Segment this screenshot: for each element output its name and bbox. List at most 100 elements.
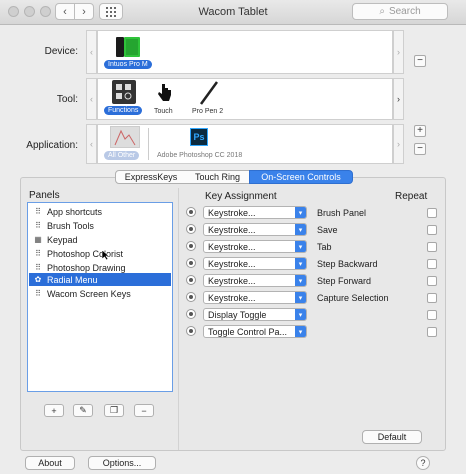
action-dropdown[interactable]: Keystroke... ▾ [203,291,307,304]
remove-application-button[interactable]: − [414,143,426,155]
chevron-down-icon: ▾ [295,275,306,286]
tab-on-screen-controls[interactable]: On-Screen Controls [249,170,353,184]
application-label: Application: [26,140,78,151]
list-item-label: Photoshop Drawing [47,262,126,273]
action-dropdown[interactable]: Keystroke... ▾ [203,274,307,287]
photoshop-caption: Adobe Photoshop CC 2018 [157,152,243,159]
all-other-caption: All Other [104,151,140,160]
panel-item-wacom-screen-keys[interactable]: ⠿ Wacom Screen Keys [29,287,171,300]
repeat-checkbox[interactable] [427,242,437,252]
minus-icon: − [417,143,423,154]
dropdown-value: Keystroke... [208,242,256,252]
dropdown-value: Keystroke... [208,293,256,303]
chevron-left-icon: ‹ [90,94,93,104]
device-scroll-left[interactable]: ‹ [86,30,97,74]
dropdown-value: Keystroke... [208,259,256,269]
action-dropdown[interactable]: Keystroke... ▾ [203,223,307,236]
repeat-checkbox[interactable] [427,259,437,269]
tool-scroll-right[interactable]: › [393,78,404,120]
radial-segment-icon [186,258,196,268]
default-button[interactable]: Default [362,430,422,444]
device-label: Device: [44,46,78,57]
about-button[interactable]: About [25,456,75,470]
repeat-checkbox[interactable] [427,310,437,320]
edit-panel-button[interactable]: ✎ [73,404,93,417]
chevron-right-icon: › [397,47,400,57]
chevron-down-icon: ▾ [295,326,306,337]
grid-icon: ⠿ [35,289,41,298]
action-dropdown[interactable]: Keystroke... ▾ [203,257,307,270]
tool-label: Tool: [56,94,78,105]
radial-icon: ✿ [34,275,42,284]
tab-expresskeys[interactable]: ExpressKeys [115,170,187,184]
pen-caption: Pro Pen 2 [192,108,224,115]
application-scroll-left[interactable]: ‹ [86,124,97,164]
function-name: Brush Panel [317,208,367,218]
device-scroll-right[interactable]: › [393,30,404,74]
chevron-down-icon: ▾ [295,309,306,320]
add-panel-button[interactable]: + [44,404,64,417]
functions-caption: Functions [104,106,143,115]
panels-list: ⠿ App shortcuts ⠿ Brush Tools ▦ Keypad ⠿ Pho… [27,202,173,392]
action-dropdown[interactable]: Display Toggle ▾ [203,308,307,321]
repeat-checkbox[interactable] [427,208,437,218]
touch-caption: Touch [154,108,173,115]
panel-item-radial-menu[interactable]: ✿ Radial Menu [29,273,171,286]
radial-segment-icon [186,275,196,285]
chevron-down-icon: ▾ [295,292,306,303]
help-button[interactable]: ? [416,456,430,470]
add-application-button[interactable]: + [414,125,426,137]
search-input[interactable]: ⌕ Search [352,3,448,20]
action-dropdown[interactable]: Keystroke... ▾ [203,206,307,219]
function-name: Tab [317,242,332,252]
repeat-checkbox[interactable] [427,276,437,286]
panel-item-photoshop-colorist[interactable]: ⠿ Photoshop Colorist [29,247,171,260]
function-name: Capture Selection [317,293,389,303]
plus-icon: + [51,405,57,416]
pen-tool-icon[interactable] [198,80,220,106]
functions-tool-icon[interactable] [112,80,136,104]
remove-device-button[interactable]: − [414,55,426,67]
list-item-label: Brush Tools [47,220,94,231]
list-item-label: App shortcuts [47,206,103,217]
panels-heading: Panels [29,190,60,201]
repeat-checkbox[interactable] [427,293,437,303]
function-name: Step Forward [317,276,372,286]
repeat-checkbox[interactable] [427,327,437,337]
remove-panel-button[interactable]: − [134,404,154,417]
chevron-right-icon: › [397,139,400,149]
grid-icon: ⠿ [35,221,41,230]
chevron-down-icon: ▾ [295,207,306,218]
photoshop-app-icon[interactable]: Ps [190,128,208,146]
radial-segment-icon [186,207,196,217]
tablet-device-icon[interactable] [115,35,141,59]
panel-item-brush-tools[interactable]: ⠿ Brush Tools [29,219,171,232]
chevron-left-icon: ‹ [90,47,93,57]
repeat-heading: Repeat [395,191,428,202]
tool-scroll-left[interactable]: ‹ [86,78,97,120]
pencil-icon: ✎ [79,405,87,415]
repeat-checkbox[interactable] [427,225,437,235]
device-caption: Intuos Pro M [104,60,152,69]
panel-item-app-shortcuts[interactable]: ⠿ App shortcuts [29,205,171,218]
list-item-label: Wacom Screen Keys [47,288,131,299]
tab-touch-ring[interactable]: Touch Ring [186,170,250,184]
grid-icon: ⠿ [35,207,41,216]
application-scroll-right[interactable]: › [393,124,404,164]
function-name: Step Backward [317,259,378,269]
grid-icon: ⠿ [35,249,41,258]
action-dropdown[interactable]: Keystroke... ▾ [203,240,307,253]
minus-icon: − [417,55,423,66]
touch-hand-icon[interactable] [156,82,172,104]
dropdown-value: Keystroke... [208,208,256,218]
action-dropdown[interactable]: Toggle Control Pa... ▾ [203,325,307,338]
duplicate-icon: ❐ [109,405,119,415]
radial-segment-icon [186,292,196,302]
duplicate-panel-button[interactable]: ❐ [104,404,124,417]
panel-item-keypad[interactable]: ▦ Keypad [29,233,171,246]
chevron-right-icon: › [397,94,400,104]
all-apps-icon[interactable] [110,126,140,148]
grid-icon: ⠿ [35,263,41,272]
search-placeholder: Search [388,6,421,17]
options-button[interactable]: Options... [88,456,156,470]
